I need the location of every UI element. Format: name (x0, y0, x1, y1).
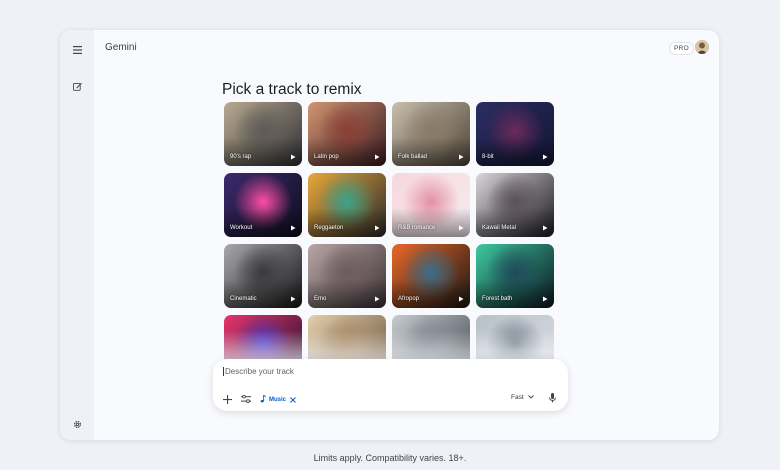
play-icon[interactable] (541, 224, 548, 231)
play-icon[interactable] (373, 295, 380, 302)
mode-selector[interactable]: Fast (511, 394, 534, 401)
track-tile[interactable]: 8-bit (476, 102, 554, 166)
play-icon[interactable] (457, 295, 464, 302)
track-label: Afropop (398, 296, 420, 302)
play-icon[interactable] (289, 224, 296, 231)
composer: Music Fast (213, 359, 568, 411)
play-icon[interactable] (289, 295, 296, 302)
track-tile[interactable]: Reggaeton (308, 173, 386, 237)
play-icon[interactable] (373, 224, 380, 231)
track-label: Reggaeton (314, 225, 344, 231)
footer-disclaimer: Limits apply. Compatibility varies. 18+. (313, 453, 467, 463)
track-label: 8-bit (482, 154, 494, 160)
track-label: Folk ballad (398, 154, 428, 160)
track-label: Latin pop (314, 154, 339, 160)
music-chip-label: Music (269, 397, 287, 403)
track-tile[interactable]: Latin pop (308, 102, 386, 166)
app-title: Gemini (105, 42, 137, 53)
track-tile[interactable]: Cinematic (224, 244, 302, 308)
track-tile[interactable]: Folk ballad (392, 102, 470, 166)
avatar[interactable] (695, 40, 709, 54)
chevron-down-icon (527, 394, 534, 401)
track-label: Emo (314, 296, 327, 302)
describe-track-input[interactable] (223, 367, 473, 376)
play-icon[interactable] (541, 295, 548, 302)
play-icon[interactable] (289, 153, 296, 160)
pro-badge: PRO (669, 42, 694, 55)
track-label: R&B romance (398, 225, 436, 231)
edit-icon[interactable] (69, 78, 85, 94)
menu-icon[interactable] (69, 42, 85, 58)
mic-icon[interactable] (546, 392, 558, 404)
app-window: Gemini PRO Pick a track to remix 90's ra… (59, 29, 720, 441)
track-label: Cinematic (230, 296, 257, 302)
play-icon[interactable] (457, 153, 464, 160)
track-tile[interactable]: Afropop (392, 244, 470, 308)
track-tile[interactable]: 90's rap (224, 102, 302, 166)
play-icon[interactable] (373, 153, 380, 160)
track-tile[interactable]: Kawaii Metal (476, 173, 554, 237)
track-tile[interactable]: Workout (224, 173, 302, 237)
tools-icon[interactable] (240, 393, 252, 405)
mode-label: Fast (511, 394, 524, 401)
track-tile[interactable]: Forest bath (476, 244, 554, 308)
main-area: Gemini PRO Pick a track to remix 90's ra… (94, 30, 719, 440)
page-title: Pick a track to remix (222, 81, 362, 98)
close-icon[interactable] (289, 397, 296, 404)
track-label: 90's rap (230, 154, 252, 160)
track-tile[interactable]: Emo (308, 244, 386, 308)
track-tile[interactable]: R&B romance (392, 173, 470, 237)
side-rail (60, 30, 94, 440)
gear-icon[interactable] (69, 416, 85, 432)
track-grid: 90's rap Latin pop Folk ballad 8-bit Workout… (224, 102, 558, 379)
play-icon[interactable] (457, 224, 464, 231)
play-icon[interactable] (541, 153, 548, 160)
plus-icon[interactable] (221, 393, 233, 405)
music-chip[interactable]: Music (260, 395, 296, 405)
track-label: Kawaii Metal (482, 225, 517, 231)
track-label: Forest bath (482, 296, 513, 302)
music-note-icon (260, 395, 266, 405)
track-label: Workout (230, 225, 253, 231)
